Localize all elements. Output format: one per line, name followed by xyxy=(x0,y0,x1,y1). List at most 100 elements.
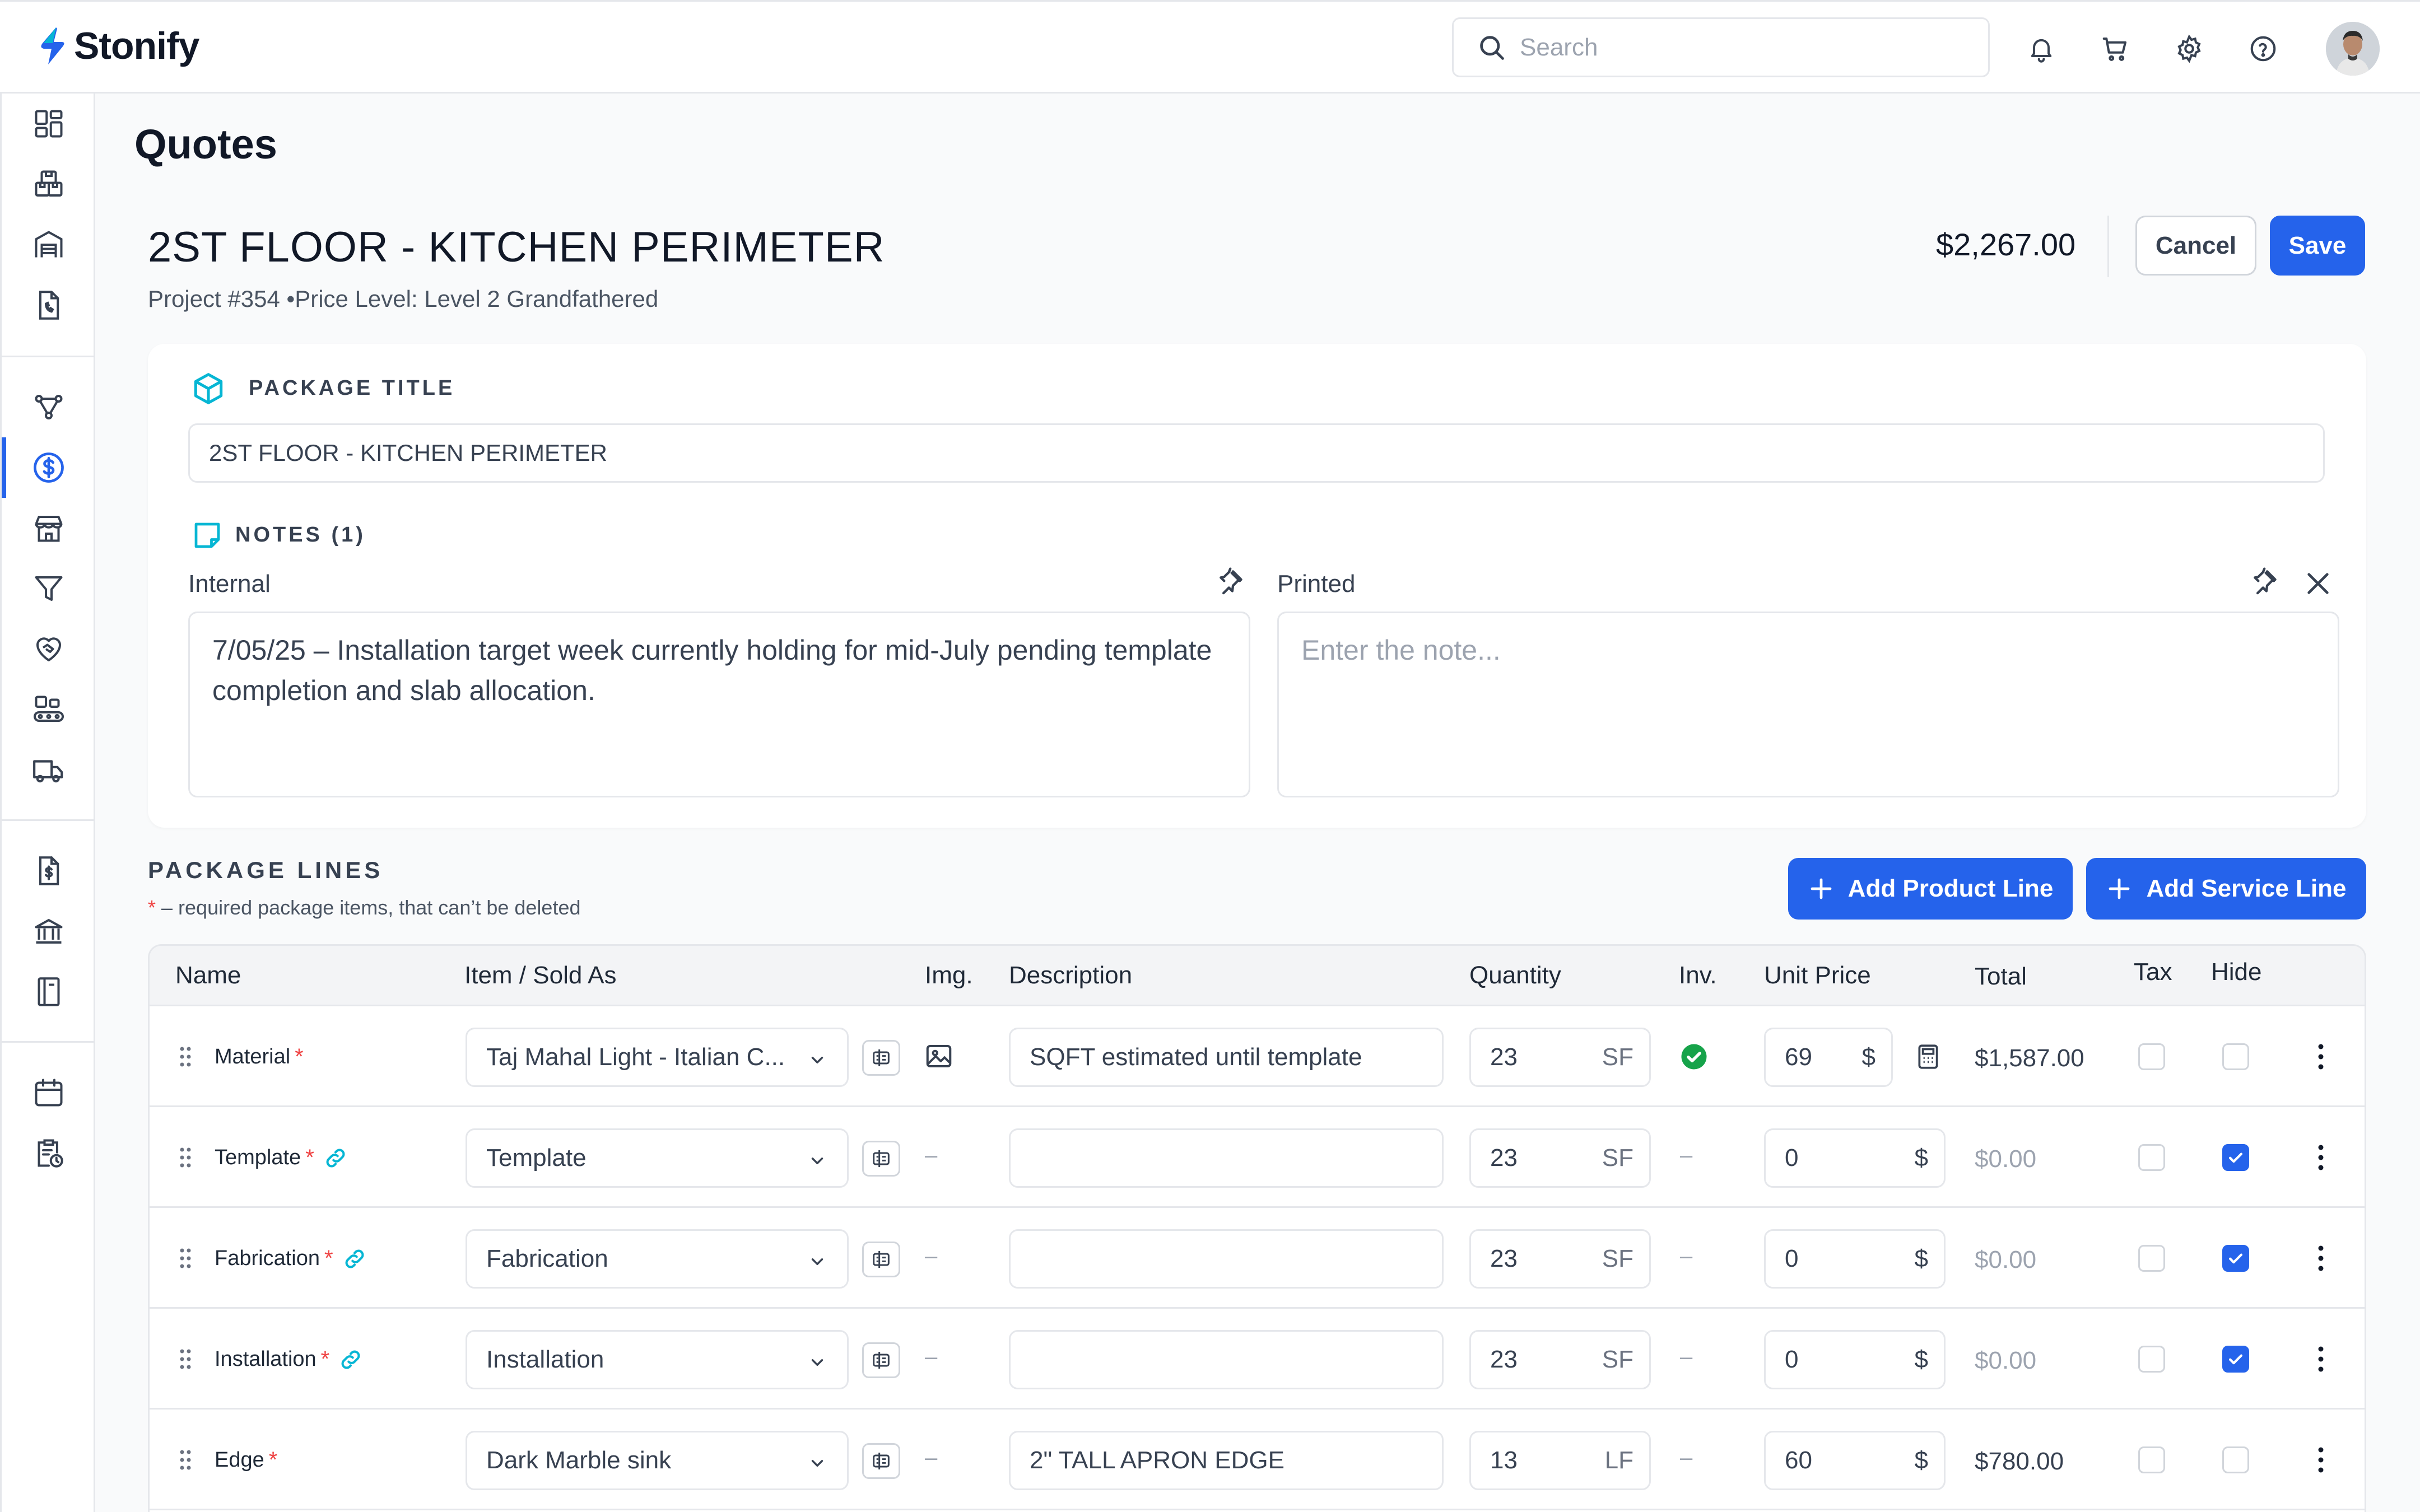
sold-as-button[interactable] xyxy=(862,1141,900,1177)
drag-handle[interactable] xyxy=(179,1046,192,1074)
sidebar-item-bank[interactable] xyxy=(30,912,68,950)
pin-icon[interactable] xyxy=(1213,567,1246,599)
tax-checkbox[interactable] xyxy=(2138,1245,2165,1272)
drag-handle[interactable] xyxy=(179,1247,192,1275)
sidebar-item-delivery[interactable] xyxy=(30,751,68,789)
item-sold-as-dropdown[interactable]: Installation xyxy=(466,1330,849,1389)
sidebar-item-deals[interactable] xyxy=(30,630,68,668)
sidebar-item-filter[interactable] xyxy=(30,570,68,608)
item-sold-as-value: Installation xyxy=(486,1346,604,1373)
description-input[interactable]: 2" TALL APRON EDGE xyxy=(1009,1431,1444,1490)
row-menu-button[interactable] xyxy=(2315,1445,2326,1480)
description-input[interactable] xyxy=(1009,1128,1444,1188)
sold-as-button[interactable] xyxy=(862,1242,900,1277)
row-menu-button[interactable] xyxy=(2315,1042,2326,1077)
row-total: $780.00 xyxy=(1975,1448,2064,1475)
item-sold-as-dropdown[interactable]: Template xyxy=(466,1128,849,1188)
brand-logo[interactable]: Stonify xyxy=(37,24,199,68)
tax-checkbox[interactable] xyxy=(2138,1043,2165,1070)
save-button[interactable]: Save xyxy=(2270,216,2365,276)
row-menu-button[interactable] xyxy=(2315,1143,2326,1178)
internal-note-textarea[interactable]: 7/05/25 – Installation target week curre… xyxy=(188,612,1250,797)
sidebar-item-store[interactable] xyxy=(30,509,68,547)
quantity-input[interactable]: 23 SF xyxy=(1469,1028,1651,1087)
sold-as-button[interactable] xyxy=(862,1443,900,1479)
quantity-input[interactable]: 23 SF xyxy=(1469,1128,1651,1188)
unit-price-input[interactable]: 60 $ xyxy=(1764,1431,1946,1490)
sidebar-item-tasks[interactable] xyxy=(30,1134,68,1172)
link-icon[interactable] xyxy=(323,1146,348,1170)
description-input[interactable]: SQFT estimated until template xyxy=(1009,1028,1444,1087)
unit-price-input[interactable]: 0 $ xyxy=(1764,1128,1946,1188)
description-input[interactable] xyxy=(1009,1229,1444,1289)
search-box[interactable] xyxy=(1452,17,1990,77)
more-options-icon[interactable] xyxy=(2315,1244,2326,1273)
item-sold-as-dropdown[interactable]: Fabrication xyxy=(466,1229,849,1289)
package-title-input[interactable] xyxy=(188,423,2325,483)
more-options-icon[interactable] xyxy=(2315,1143,2326,1172)
row-name: Material * xyxy=(215,1044,304,1070)
unit-price-input[interactable]: 69 $ xyxy=(1764,1028,1893,1087)
close-icon[interactable] xyxy=(2302,568,2334,599)
settings-button[interactable] xyxy=(2171,31,2207,67)
calculator-icon[interactable] xyxy=(1914,1043,1942,1071)
unit-price-input[interactable]: 0 $ xyxy=(1764,1330,1946,1389)
sidebar-item-calendar[interactable] xyxy=(30,1074,68,1112)
unit-price-input[interactable]: 0 $ xyxy=(1764,1229,1946,1289)
cancel-button[interactable]: Cancel xyxy=(2135,216,2256,276)
sidebar-item-workflow[interactable] xyxy=(30,388,68,426)
sidebar-item-catalog[interactable] xyxy=(30,973,68,1011)
more-options-icon[interactable] xyxy=(2315,1345,2326,1374)
drag-handle[interactable] xyxy=(179,1146,192,1174)
quantity-input[interactable]: 23 SF xyxy=(1469,1229,1651,1289)
user-avatar[interactable] xyxy=(2326,22,2380,76)
column-header-item[interactable]: Item / Sold As xyxy=(464,962,616,990)
quantity-input[interactable]: 23 SF xyxy=(1469,1330,1651,1389)
sidebar-item-invoices[interactable] xyxy=(30,852,68,890)
add-service-line-button[interactable]: Add Service Line xyxy=(2086,858,2366,920)
search-input[interactable] xyxy=(1520,33,1946,62)
hide-checkbox[interactable] xyxy=(2222,1346,2249,1373)
more-options-icon[interactable] xyxy=(2315,1042,2326,1071)
tax-checkbox[interactable] xyxy=(2138,1446,2165,1473)
sold-as-icon xyxy=(873,1453,890,1469)
row-menu-button[interactable] xyxy=(2315,1244,2326,1278)
printed-note-textarea[interactable] xyxy=(1277,612,2339,797)
item-sold-as-dropdown[interactable]: Dark Marble sink xyxy=(466,1431,849,1490)
sidebar-item-warehouse[interactable] xyxy=(30,226,68,264)
workflow-icon xyxy=(35,395,63,419)
help-button[interactable] xyxy=(2245,31,2281,67)
row-menu-button[interactable] xyxy=(2315,1345,2326,1379)
sidebar-item-inventory[interactable] xyxy=(30,165,68,203)
pin-icon[interactable] xyxy=(2247,567,2280,599)
cart-button[interactable] xyxy=(2097,31,2133,67)
sidebar-item-production[interactable] xyxy=(30,690,68,729)
column-header-name[interactable]: Name xyxy=(175,962,241,990)
item-sold-as-dropdown[interactable]: Taj Mahal Light - Italian C... xyxy=(466,1028,849,1087)
more-options-icon[interactable] xyxy=(2315,1445,2326,1474)
sidebar-item-calls[interactable] xyxy=(30,286,68,324)
tax-checkbox[interactable] xyxy=(2138,1144,2165,1171)
image-button[interactable] xyxy=(924,1041,954,1077)
calculator-button[interactable] xyxy=(1914,1043,1942,1076)
drag-handle[interactable] xyxy=(179,1348,192,1376)
add-product-line-button[interactable]: Add Product Line xyxy=(1788,858,2073,920)
sidebar-item-dashboard[interactable] xyxy=(30,105,68,143)
sold-as-button[interactable] xyxy=(862,1040,900,1076)
sold-as-button[interactable] xyxy=(862,1342,900,1378)
link-icon[interactable] xyxy=(342,1247,367,1271)
hide-checkbox[interactable] xyxy=(2222,1144,2249,1171)
link-icon[interactable] xyxy=(338,1347,363,1372)
quantity-input[interactable]: 13 LF xyxy=(1469,1431,1651,1490)
tax-checkbox[interactable] xyxy=(2138,1346,2165,1373)
image-icon[interactable] xyxy=(924,1041,954,1071)
description-input[interactable] xyxy=(1009,1330,1444,1389)
unit-price-value: 0 xyxy=(1785,1346,1799,1373)
hide-checkbox[interactable] xyxy=(2222,1245,2249,1272)
hide-checkbox[interactable] xyxy=(2222,1043,2249,1070)
sidebar-item-quotes[interactable] xyxy=(30,449,68,487)
quantity-value: 23 xyxy=(1490,1144,1518,1172)
hide-checkbox[interactable] xyxy=(2222,1446,2249,1473)
drag-handle[interactable] xyxy=(179,1449,192,1477)
notifications-button[interactable] xyxy=(2023,31,2059,67)
